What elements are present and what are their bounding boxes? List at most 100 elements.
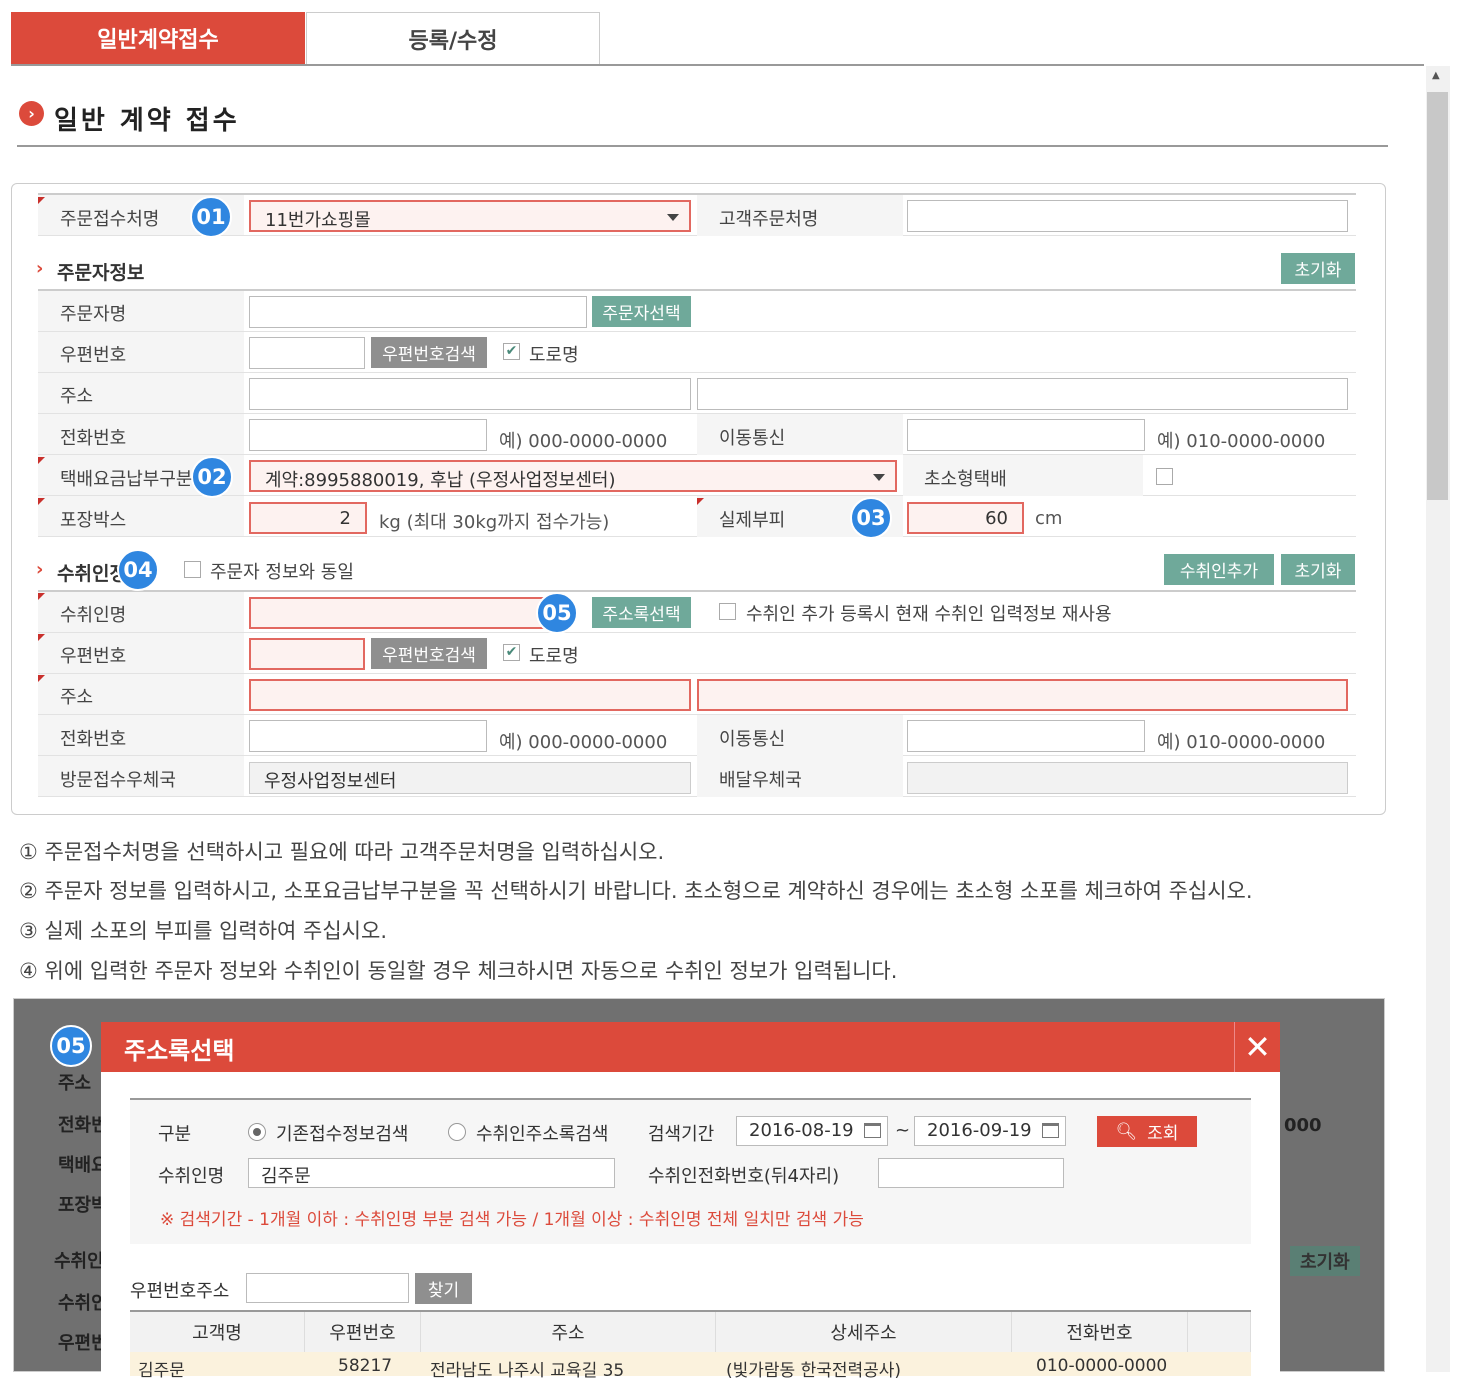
orderer-mobile-hint: 예) 010-0000-0000	[1157, 431, 1326, 452]
box-hint: kg (최대 30kg까지 접수가능)	[379, 512, 610, 533]
phone4-label: 수취인전화번호(뒤4자리)	[648, 1166, 840, 1187]
receiver-reset-button[interactable]: 초기화	[1281, 554, 1355, 585]
search-icon: 🔍︎	[1115, 1121, 1138, 1142]
delivery-office-field	[907, 762, 1348, 794]
payment-type-value: 계약:8995880019, 후납 (우정사업정보센터)	[265, 470, 616, 491]
orderer-name-input[interactable]	[249, 296, 587, 328]
small-parcel-checkbox[interactable]	[1156, 468, 1173, 485]
receiver-phone-input[interactable]	[249, 720, 487, 752]
receiver-zip-search-button[interactable]: 우편번호검색	[371, 638, 487, 669]
volume-unit: cm	[1035, 508, 1063, 529]
receiver-phone-hint: 예) 000-0000-0000	[499, 732, 668, 753]
reuse-checkbox[interactable]	[719, 603, 736, 620]
receiver-name-input[interactable]	[249, 597, 559, 629]
column-header: 우편번호	[305, 1312, 421, 1352]
row-zip: 58217	[338, 1356, 393, 1376]
orderer-phone-hint: 예) 000-0000-0000	[499, 431, 668, 452]
chevron-right-icon: ›	[19, 101, 44, 126]
date-from-value: 2016-08-19	[749, 1120, 854, 1141]
address-book-button[interactable]: 주소록선택	[592, 597, 691, 628]
same-as-orderer-checkbox[interactable]	[184, 561, 201, 578]
receiver-address-input[interactable]	[249, 679, 691, 711]
row-address: 전라남도 나주시 교육길 35	[430, 1361, 625, 1381]
small-parcel-label: 초소형택배	[924, 469, 1007, 490]
order-channel-select[interactable]: 11번가쇼핑몰	[249, 200, 691, 232]
radio-existing[interactable]	[248, 1123, 266, 1141]
type-label: 구분	[158, 1124, 192, 1145]
bg-text: 000	[1284, 1115, 1322, 1136]
add-receiver-button[interactable]: 수취인추가	[1164, 554, 1274, 585]
note-2: ② 주문자 정보를 입력하시고, 소포요금납부구분을 꼭 선택하시기 바랍니다.…	[19, 879, 1253, 903]
row-detail: (빛가람동 한국전력공사)	[726, 1361, 902, 1381]
find-button[interactable]: 찾기	[415, 1273, 472, 1304]
payment-type-select[interactable]: 계약:8995880019, 후납 (우정사업정보센터)	[249, 460, 897, 492]
date-separator: ~	[895, 1120, 911, 1141]
receiver-name-input[interactable]: 김주문	[248, 1158, 615, 1188]
orderer-address-detail-input[interactable]	[697, 378, 1348, 410]
receiver-zip-input[interactable]	[249, 638, 365, 670]
calendar-icon[interactable]	[864, 1123, 881, 1138]
orderer-phone-label: 전화번호	[60, 428, 127, 449]
column-header	[1188, 1312, 1251, 1352]
search-button[interactable]: 🔍︎ 조회	[1097, 1116, 1197, 1147]
receiver-mobile-input[interactable]	[907, 720, 1145, 752]
results-table: 고객명 우편번호 주소 상세주소 전화번호 김주문 58217 전라남도 나주시…	[130, 1310, 1251, 1381]
tab-general-contract[interactable]: 일반계약접수	[11, 12, 305, 64]
customer-order-label: 고객주문처명	[719, 209, 819, 230]
order-channel-label: 주문접수처명	[37, 197, 159, 231]
column-header: 상세주소	[716, 1312, 1012, 1352]
date-from-input[interactable]: 2016-08-19	[736, 1116, 888, 1146]
scrollbar-thumb[interactable]	[1427, 92, 1448, 500]
scroll-up-arrow-icon[interactable]: ▲	[1432, 70, 1440, 81]
receiver-name-label: 수취인명	[158, 1166, 225, 1187]
note-4: ④ 위에 입력한 주문자 정보와 수취인이 동일할 경우 체크하시면 자동으로 …	[19, 959, 898, 983]
receiver-mobile-label: 이동통신	[719, 729, 786, 750]
receiver-road-checkbox[interactable]: ✔	[503, 644, 520, 661]
date-to-input[interactable]: 2016-09-19	[914, 1116, 1066, 1146]
tab-divider	[11, 64, 1424, 66]
customer-order-input[interactable]	[907, 200, 1348, 232]
tab-label: 일반계약접수	[97, 28, 219, 53]
receiver-mobile-hint: 예) 010-0000-0000	[1157, 732, 1326, 753]
box-weight-input[interactable]: 2	[249, 502, 367, 534]
tab-register-edit[interactable]: 등록/수정	[306, 12, 600, 64]
radio-existing-label: 기존접수정보검색	[276, 1124, 409, 1145]
volume-label: 실제부피	[696, 498, 785, 532]
step-badge: 05	[50, 1025, 92, 1067]
visit-office-field: 우정사업정보센터	[249, 762, 691, 794]
row-customer: 김주문	[138, 1361, 185, 1381]
search-warning: ※ 검색기간 - 1개월 이하 : 수취인명 부분 검색 가능 / 1개월 이상…	[160, 1210, 864, 1230]
date-to-value: 2016-09-19	[927, 1120, 1032, 1141]
radio-addressbook[interactable]	[448, 1123, 466, 1141]
step-badge: 02	[191, 456, 233, 498]
zip-address-input[interactable]	[246, 1273, 409, 1303]
receiver-address-detail-input[interactable]	[697, 679, 1348, 711]
orderer-name-label: 주문자명	[60, 304, 127, 325]
receiver-address-label: 주소	[37, 675, 93, 709]
orderer-address-label: 주소	[60, 386, 94, 407]
volume-input[interactable]: 60	[907, 502, 1024, 534]
orderer-road-checkbox[interactable]: ✔	[503, 343, 520, 360]
orderer-select-button[interactable]: 주문자선택	[592, 296, 691, 327]
reuse-label: 수취인 추가 등록시 현재 수취인 입력정보 재사용	[746, 604, 1112, 625]
orderer-zip-input[interactable]	[249, 337, 365, 369]
orderer-reset-button[interactable]: 초기화	[1281, 253, 1355, 284]
orderer-mobile-input[interactable]	[907, 419, 1145, 451]
period-label: 검색기간	[648, 1124, 715, 1145]
orderer-zip-search-button[interactable]: 우편번호검색	[371, 337, 487, 368]
close-icon[interactable]: ✕	[1234, 1022, 1280, 1072]
orderer-phone-input[interactable]	[249, 419, 487, 451]
receiver-phone-label: 전화번호	[60, 729, 127, 750]
chevron-down-icon	[873, 474, 885, 481]
orderer-address-input[interactable]	[249, 378, 691, 410]
phone4-input[interactable]	[878, 1158, 1064, 1188]
page-title: 일반 계약 접수	[54, 106, 240, 136]
tab-label: 등록/수정	[408, 28, 498, 54]
payment-type-label: 택배요금납부구분	[37, 457, 192, 491]
box-label: 포장박스	[37, 498, 126, 532]
address-book-dialog: 주소록선택 ✕ 구분 기존접수정보검색 수취인주소록검색 검색기간 2016-0…	[101, 1022, 1280, 1381]
search-button-label: 조회	[1147, 1124, 1179, 1144]
receiver-zip-label: 우편번호	[37, 634, 126, 668]
order-channel-value: 11번가쇼핑몰	[265, 210, 371, 231]
calendar-icon[interactable]	[1042, 1123, 1059, 1138]
